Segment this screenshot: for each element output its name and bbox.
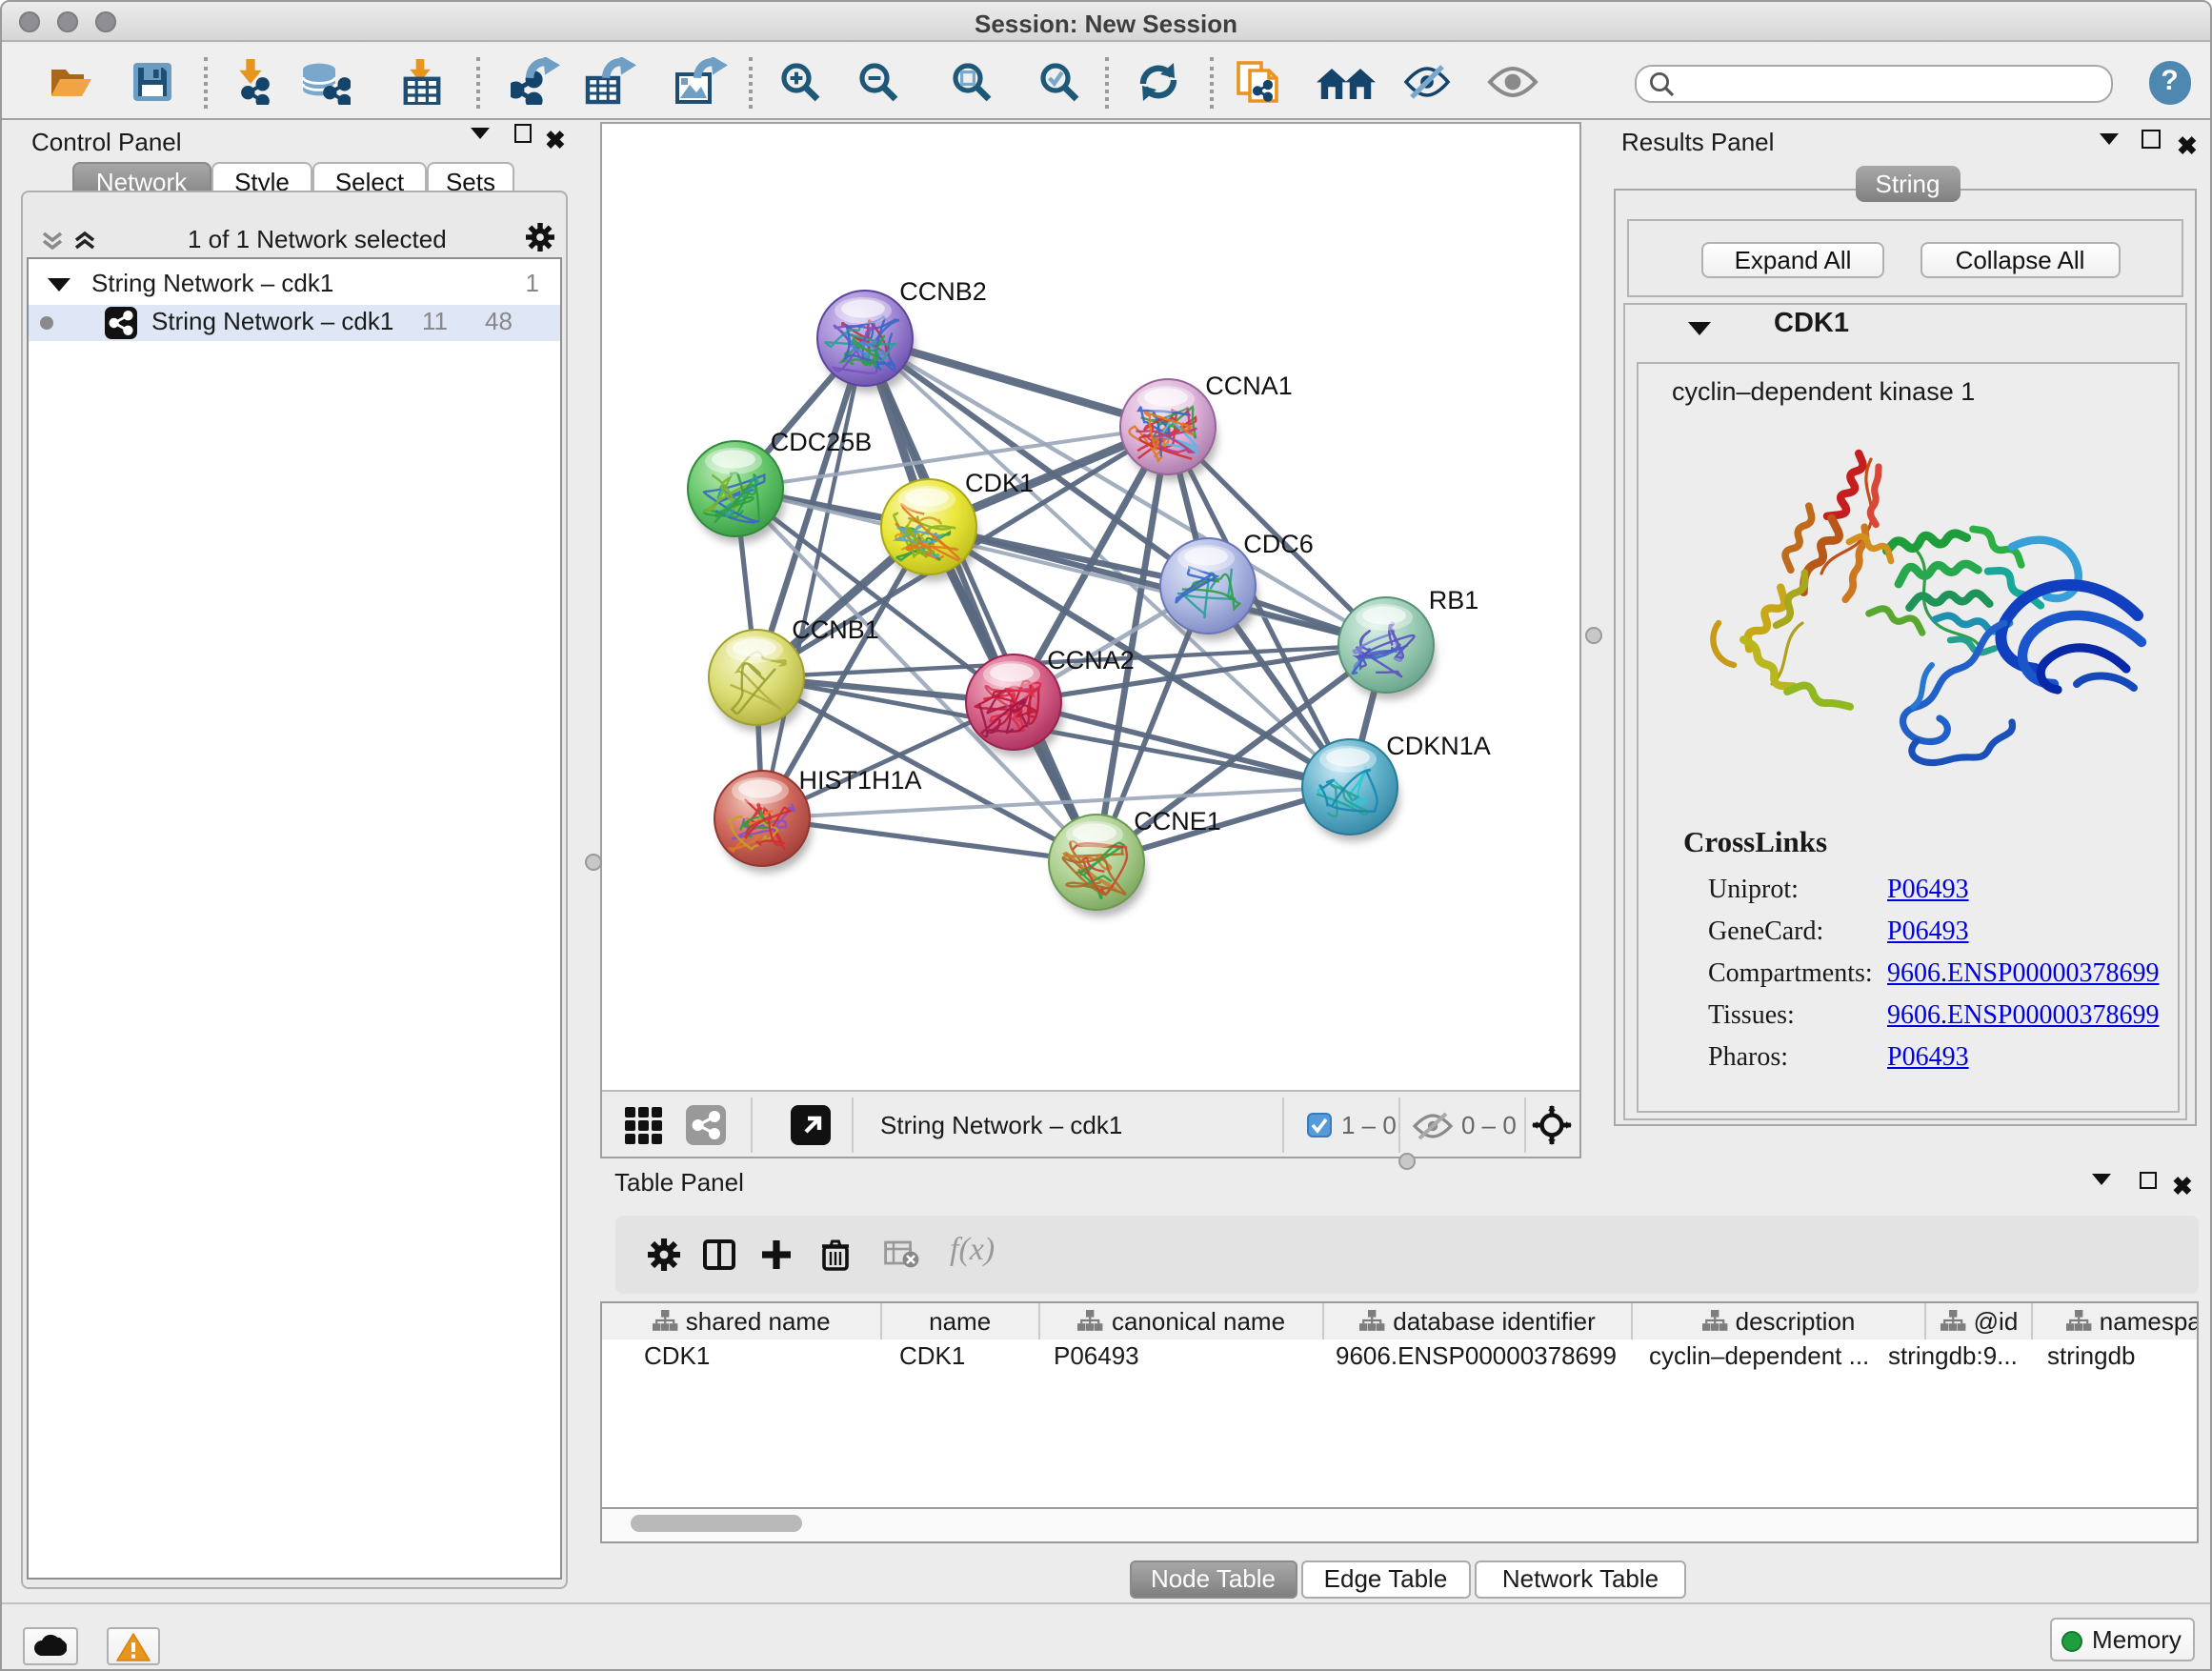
svg-text:HIST1H1A: HIST1H1A: [798, 765, 921, 794]
svg-text:CDC6: CDC6: [1243, 529, 1314, 557]
svg-text:CCNA2: CCNA2: [1047, 645, 1135, 674]
svg-text:CCNA1: CCNA1: [1205, 371, 1293, 399]
svg-text:CDKN1A: CDKN1A: [1386, 731, 1491, 759]
svg-text:RB1: RB1: [1429, 585, 1479, 614]
svg-text:CCNB2: CCNB2: [899, 276, 987, 305]
svg-text:CDC25B: CDC25B: [771, 427, 873, 455]
svg-text:CCNE1: CCNE1: [1134, 806, 1221, 835]
svg-text:CDK1: CDK1: [965, 468, 1034, 496]
svg-text:CCNB1: CCNB1: [792, 614, 879, 643]
